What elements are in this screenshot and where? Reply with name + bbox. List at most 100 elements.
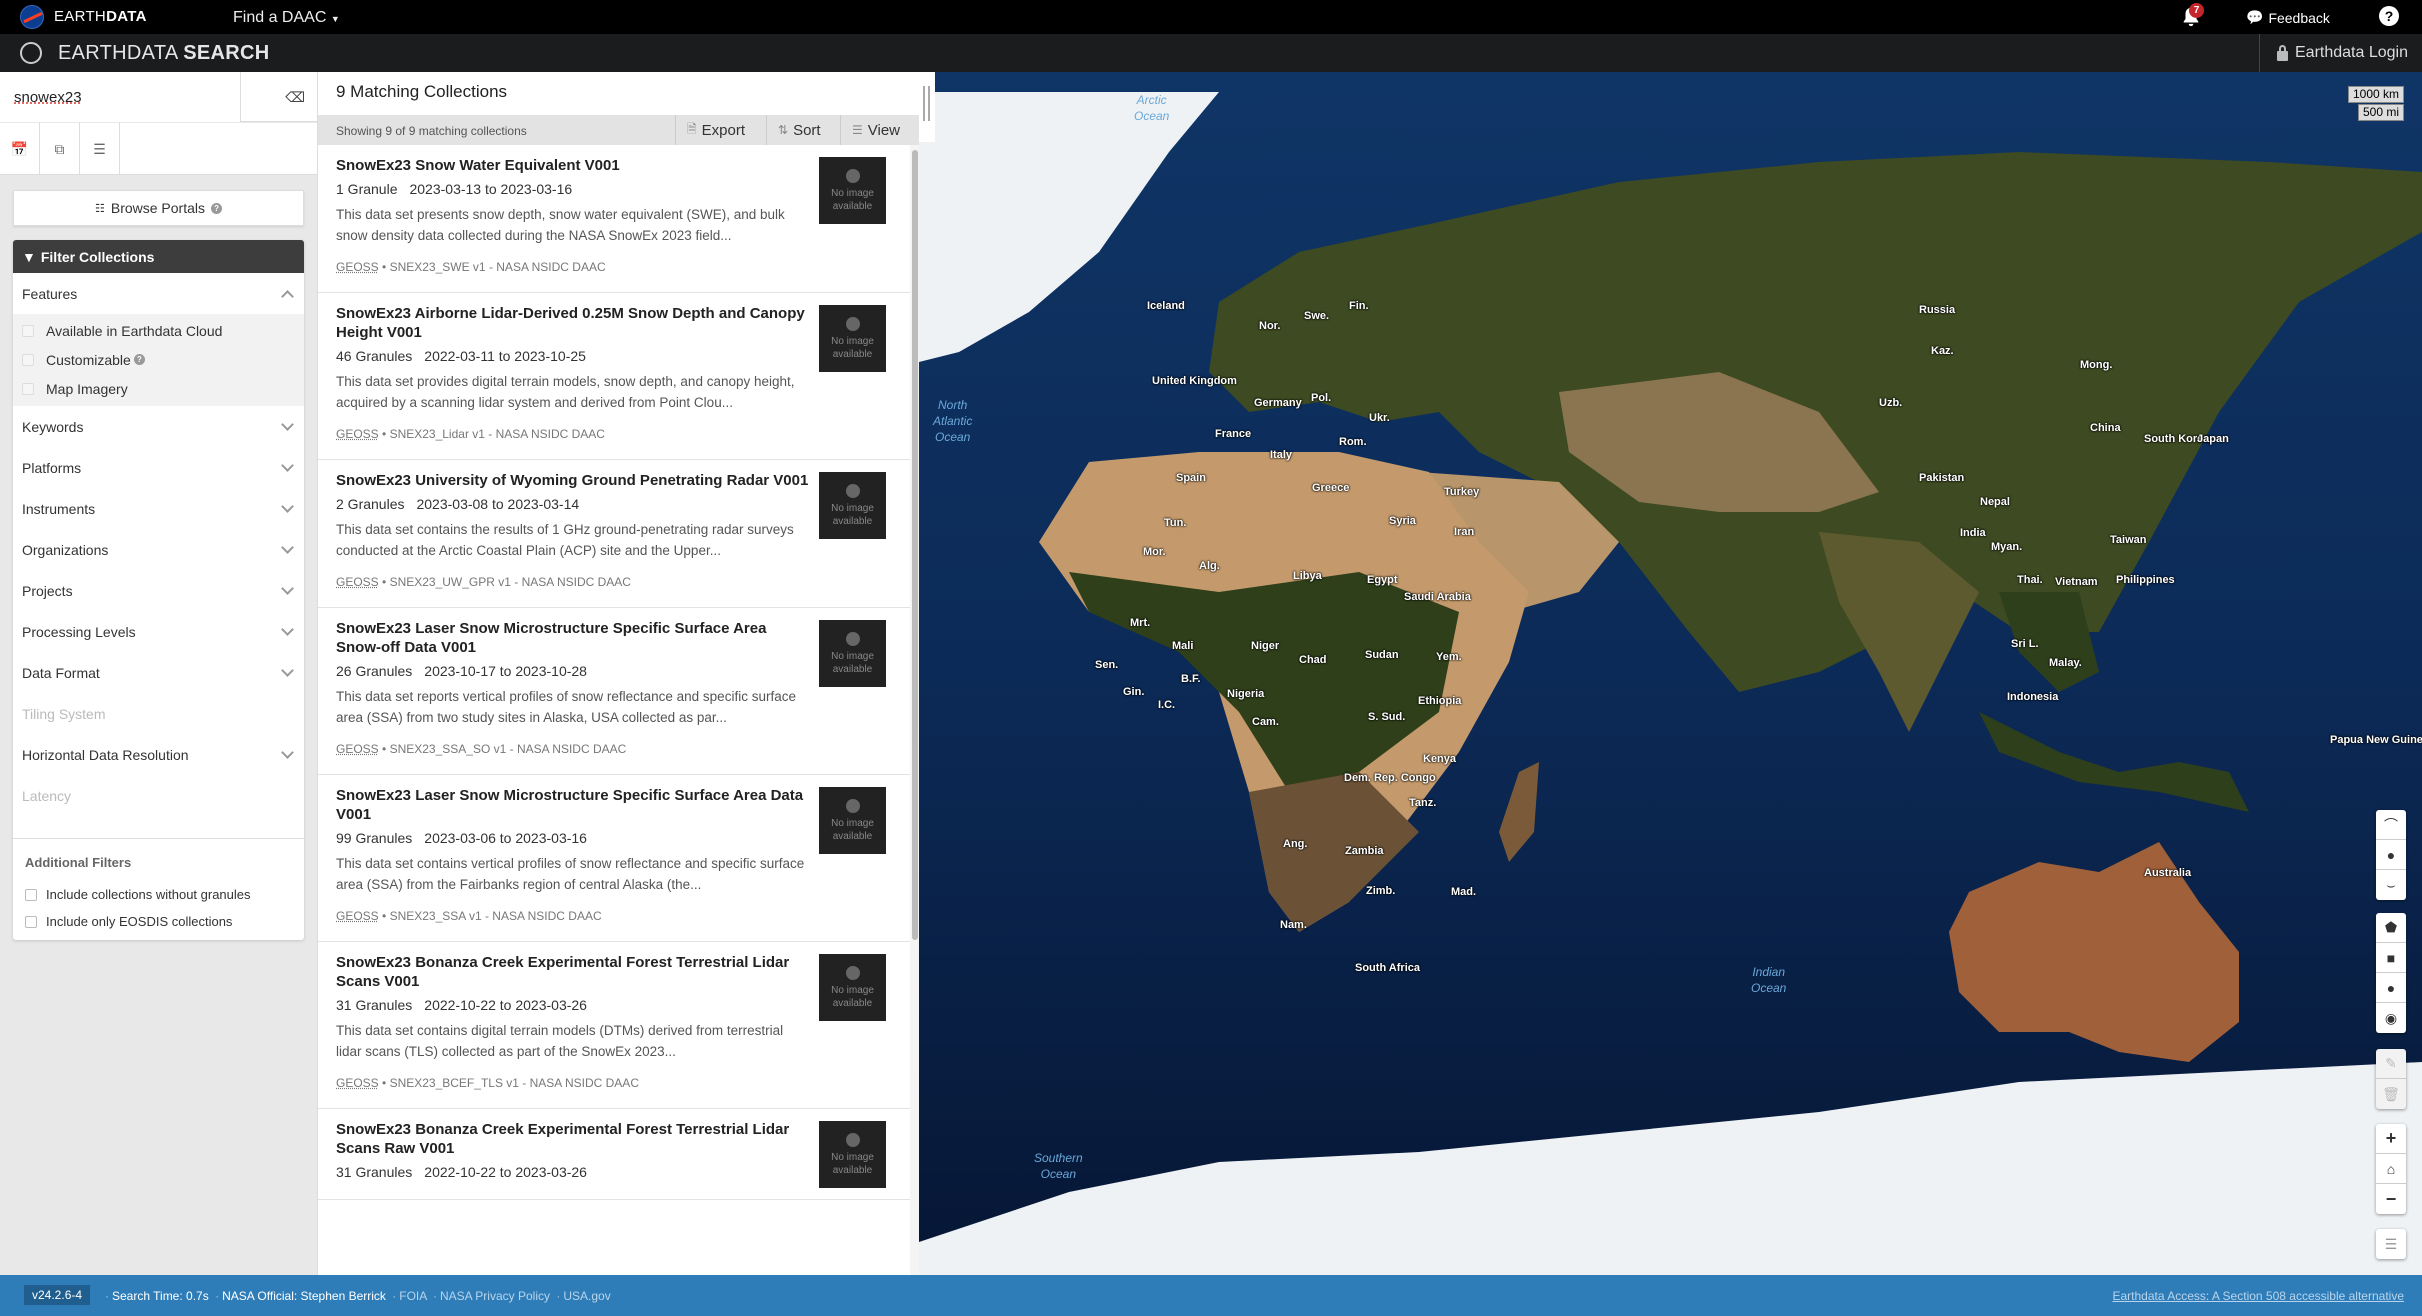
- edit-icon[interactable]: ✎: [2376, 1049, 2406, 1079]
- geoss-tag[interactable]: GEOSS: [336, 427, 379, 441]
- privacy-policy-link[interactable]: NASA Privacy Policy: [440, 1289, 550, 1303]
- arctic-projection-icon[interactable]: ⌒: [2376, 810, 2406, 840]
- granule-count: 31 Granules: [336, 997, 413, 1013]
- foia-link[interactable]: FOIA: [399, 1289, 426, 1303]
- temporal-range: 2022-03-11 to 2023-10-25: [424, 348, 586, 364]
- facet-label: Processing Levels: [22, 623, 136, 640]
- country-label: Rom.: [1339, 436, 1367, 448]
- panel-resize-handle[interactable]: [919, 72, 935, 142]
- trash-icon[interactable]: 🗑: [2376, 1079, 2406, 1109]
- country-label: South Africa: [1355, 962, 1420, 974]
- facet-organizations[interactable]: Organizations: [13, 529, 304, 570]
- nasa-logo[interactable]: [20, 5, 44, 29]
- collection-title[interactable]: SnowEx23 Laser Snow Microstructure Speci…: [336, 619, 810, 657]
- collection-item[interactable]: SnowEx23 Airborne Lidar-Derived 0.25M Sn…: [318, 293, 910, 460]
- checkbox[interactable]: [25, 888, 37, 901]
- country-label: Tun.: [1164, 517, 1187, 529]
- option-label: Available in Earthdata Cloud: [46, 322, 223, 339]
- map-view[interactable]: Iceland Nor. Swe. Fin. Russia United Kingdom G…: [919, 72, 2422, 1275]
- spatial-filter-button[interactable]: ⧉: [40, 123, 80, 175]
- country-label: Libya: [1293, 570, 1322, 582]
- facet-projects[interactable]: Projects: [13, 570, 304, 611]
- collection-item[interactable]: SnowEx23 University of Wyoming Ground Pe…: [318, 460, 910, 608]
- filter-collections-panel: ▼ Filter Collections Features Available i…: [13, 240, 304, 940]
- collection-title[interactable]: SnowEx23 Laser Snow Microstructure Speci…: [336, 786, 810, 824]
- export-button[interactable]: 🗎 Export: [675, 115, 756, 145]
- help-icon[interactable]: ?: [2379, 6, 2399, 26]
- globe-icon[interactable]: ●: [2376, 840, 2406, 870]
- collection-title[interactable]: SnowEx23 Snow Water Equivalent V001: [336, 156, 810, 175]
- collection-tags: GEOSS • SNEX23_SWE v1 - NASA NSIDC DAAC: [336, 260, 606, 274]
- layers-icon[interactable]: ☰: [2376, 1229, 2406, 1259]
- usa-gov-link[interactable]: USA.gov: [563, 1289, 610, 1303]
- facet-horizontal-data-resolution[interactable]: Horizontal Data Resolution: [13, 734, 304, 775]
- earthdata-brand[interactable]: EARTHDATA: [54, 8, 147, 25]
- help-tooltip-icon[interactable]: ?: [133, 354, 145, 365]
- home-icon[interactable]: ⌂: [2376, 1154, 2406, 1184]
- chevron-down-icon: [281, 622, 294, 636]
- results-scrollbar[interactable]: [912, 150, 918, 940]
- help-tooltip-icon[interactable]: ?: [211, 202, 223, 214]
- view-button[interactable]: ☰ View: [840, 115, 911, 145]
- feedback-button[interactable]: 💬 Feedback: [2246, 9, 2330, 26]
- facet-features[interactable]: Features: [13, 273, 304, 314]
- checkbox[interactable]: [22, 324, 34, 337]
- accessible-alternative-link[interactable]: Earthdata Access: A Section 508 accessib…: [2112, 1289, 2404, 1303]
- checkbox[interactable]: [22, 382, 34, 395]
- app-title-link[interactable]: EARTHDATA SEARCH: [58, 42, 270, 65]
- country-label: Vietnam: [2055, 576, 2098, 588]
- geoss-tag[interactable]: GEOSS: [336, 575, 379, 589]
- country-label: Pol.: [1311, 392, 1332, 404]
- find-daac-label: Find a DAAC: [233, 9, 327, 26]
- facet-data-format[interactable]: Data Format: [13, 652, 304, 693]
- collection-item[interactable]: SnowEx23 Laser Snow Microstructure Speci…: [318, 608, 910, 775]
- facet-label: Latency: [22, 787, 72, 804]
- find-daac-dropdown[interactable]: Find a DAAC ▼: [233, 9, 340, 27]
- circle-icon[interactable]: ●: [2376, 973, 2406, 1003]
- geoss-tag[interactable]: GEOSS: [336, 909, 379, 923]
- browse-portals-button[interactable]: ☷ Browse Portals ?: [13, 190, 304, 226]
- geoss-tag[interactable]: GEOSS: [336, 742, 379, 756]
- antarctic-projection-icon[interactable]: ⌣: [2376, 870, 2406, 900]
- rectangle-icon[interactable]: ■: [2376, 943, 2406, 973]
- include-eosdis-option[interactable]: Include only EOSDIS collections: [25, 908, 292, 935]
- clear-search-button[interactable]: ⌫: [240, 72, 317, 122]
- collection-item[interactable]: SnowEx23 Bonanza Creek Experimental Fore…: [318, 1109, 910, 1200]
- country-label: Taiwan: [2110, 534, 2147, 546]
- collection-item[interactable]: SnowEx23 Laser Snow Microstructure Speci…: [318, 775, 910, 942]
- nasa-meatball-logo[interactable]: [20, 42, 42, 64]
- earthdata-login-button[interactable]: Earthdata Login: [2277, 44, 2408, 62]
- collection-thumbnail: No image available: [819, 954, 886, 1021]
- temporal-filter-button[interactable]: 📅: [0, 123, 40, 175]
- facet-platforms[interactable]: Platforms: [13, 447, 304, 488]
- facet-processing-levels[interactable]: Processing Levels: [13, 611, 304, 652]
- checkbox[interactable]: [22, 353, 34, 366]
- collection-item[interactable]: SnowEx23 Bonanza Creek Experimental Fore…: [318, 942, 910, 1109]
- checkbox[interactable]: [25, 915, 37, 928]
- advanced-search-button[interactable]: ☰: [80, 123, 120, 175]
- zoom-in-icon[interactable]: +: [2376, 1124, 2406, 1154]
- granule-count: 26 Granules: [336, 663, 413, 679]
- facet-instruments[interactable]: Instruments: [13, 488, 304, 529]
- country-label: Nigeria: [1227, 688, 1265, 700]
- collection-item[interactable]: SnowEx23 Snow Water Equivalent V001 1 Gra…: [318, 145, 910, 293]
- include-without-granules-option[interactable]: Include collections without granules: [25, 881, 292, 908]
- search-input[interactable]: [0, 72, 240, 122]
- title-bold: SEARCH: [183, 42, 270, 64]
- collection-title[interactable]: SnowEx23 University of Wyoming Ground Pe…: [336, 471, 810, 490]
- collection-title[interactable]: SnowEx23 Bonanza Creek Experimental Fore…: [336, 953, 810, 991]
- sort-button[interactable]: ⇅ Sort: [766, 115, 832, 145]
- collection-thumbnail: No image available: [819, 787, 886, 854]
- feature-option-cloud[interactable]: Available in Earthdata Cloud: [13, 316, 304, 345]
- feature-option-map-imagery[interactable]: Map Imagery: [13, 374, 304, 403]
- collection-title[interactable]: SnowEx23 Bonanza Creek Experimental Fore…: [336, 1120, 810, 1158]
- geoss-tag[interactable]: GEOSS: [336, 1076, 379, 1090]
- polygon-icon[interactable]: ⬟: [2376, 913, 2406, 943]
- zoom-out-icon[interactable]: −: [2376, 1184, 2406, 1214]
- feature-option-customizable[interactable]: Customizable?: [13, 345, 304, 374]
- point-marker-icon[interactable]: ◉: [2376, 1003, 2406, 1033]
- geoss-tag[interactable]: GEOSS: [336, 260, 379, 274]
- facet-keywords[interactable]: Keywords: [13, 406, 304, 447]
- collection-title[interactable]: SnowEx23 Airborne Lidar-Derived 0.25M Sn…: [336, 304, 810, 342]
- filter-collections-header: ▼ Filter Collections: [13, 240, 304, 273]
